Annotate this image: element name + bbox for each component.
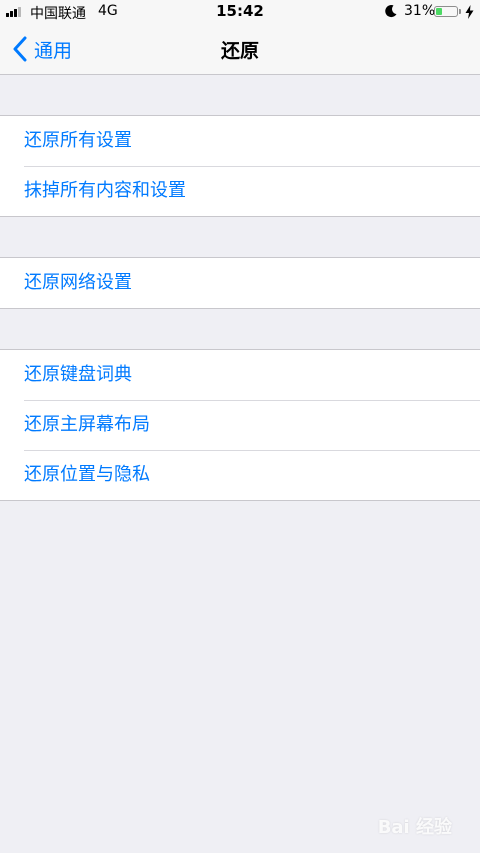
settings-group-2: 还原网络设置 [0,257,480,309]
battery-percent: 31% [404,3,436,19]
watermark: Bai 经验 [377,817,452,838]
settings-group-1: 还原所有设置 抹掉所有内容和设置 [0,115,480,217]
reset-home-screen-layout-cell[interactable]: 还原主屏幕布局 [0,400,480,450]
battery-level-fill [436,8,442,15]
battery-icon [434,6,458,17]
status-bar: 中国联通 4G 15:42 31% [0,0,480,24]
charging-icon [465,5,474,19]
reset-all-settings-cell[interactable]: 还原所有设置 [0,116,480,166]
reset-keyboard-dictionary-cell[interactable]: 还原键盘词典 [0,350,480,400]
erase-all-content-cell[interactable]: 抹掉所有内容和设置 [0,166,480,216]
battery-tip [459,9,461,14]
settings-group-3: 还原键盘词典 还原主屏幕布局 还原位置与隐私 [0,349,480,501]
reset-network-settings-cell[interactable]: 还原网络设置 [0,258,480,308]
reset-location-privacy-cell[interactable]: 还原位置与隐私 [0,450,480,500]
page-title: 还原 [220,40,259,62]
navigation-bar: 通用 还原 [0,24,480,75]
moon-icon [385,5,397,18]
